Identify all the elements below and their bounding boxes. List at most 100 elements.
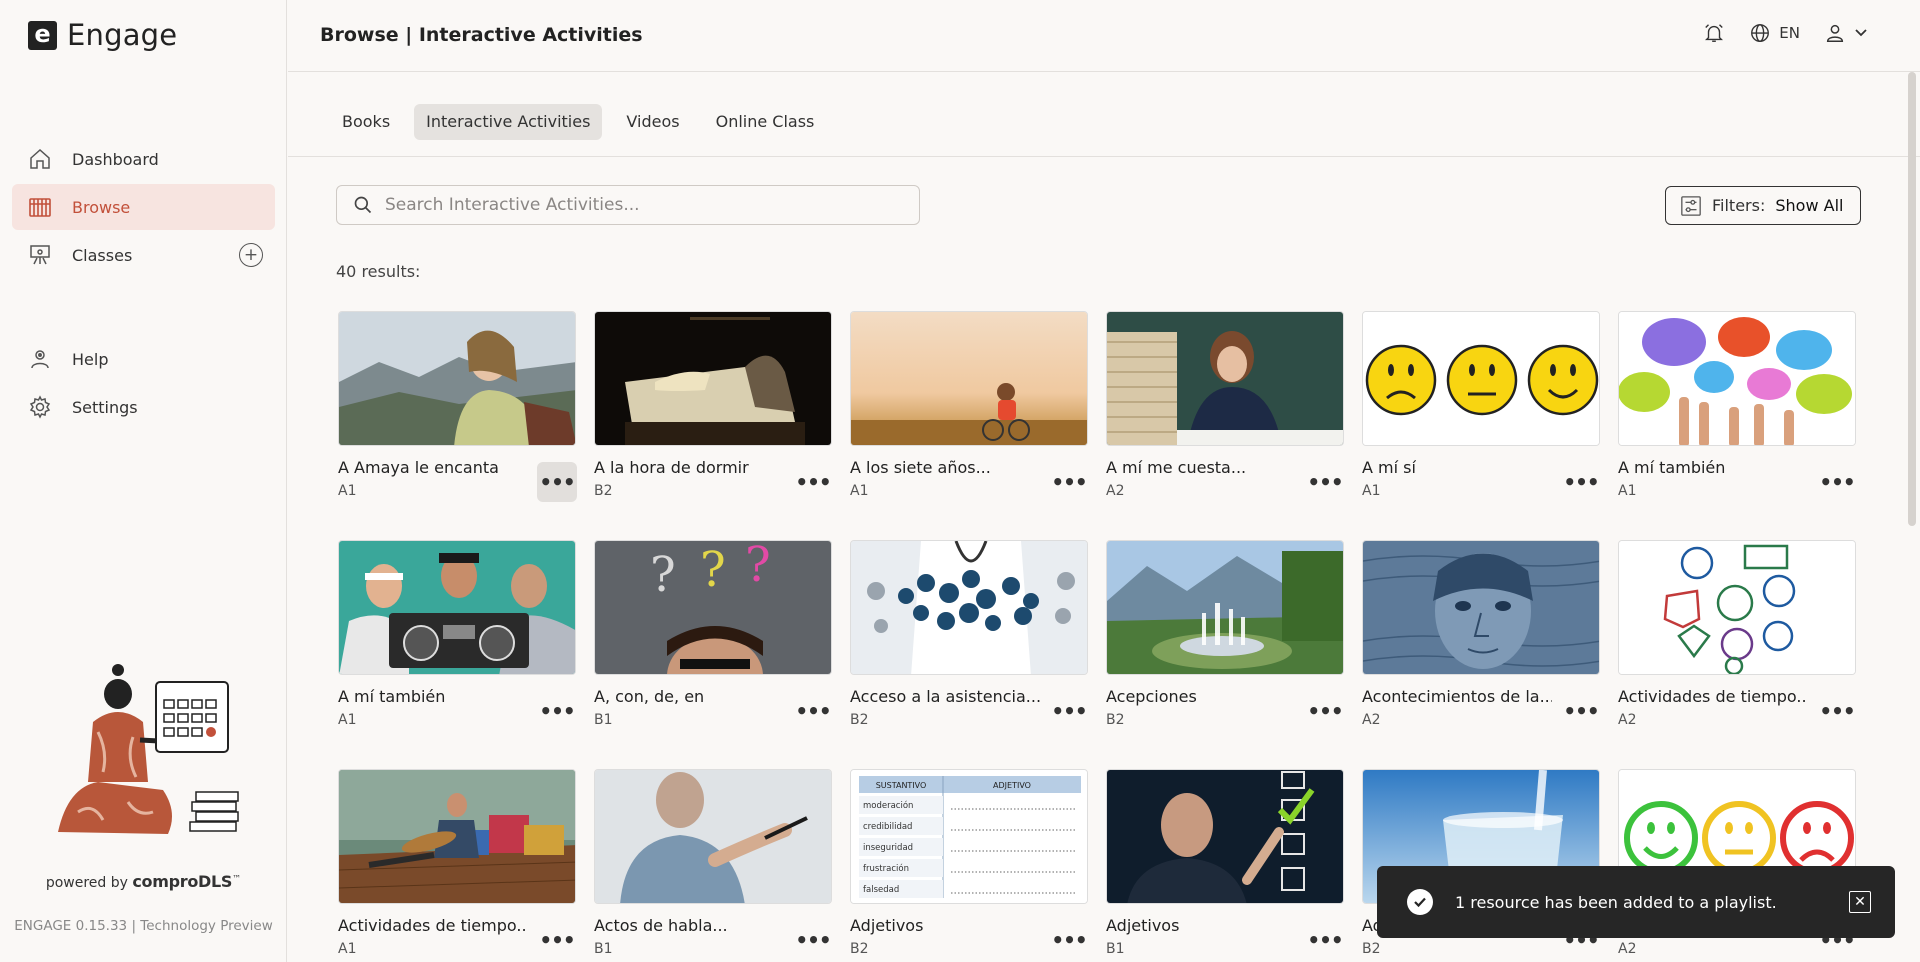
activity-card[interactable]: A Amaya le encanta A1 ••• [338, 311, 577, 502]
more-options-button[interactable]: ••• [1817, 691, 1857, 731]
sidebar-item-label: Settings [72, 397, 138, 417]
tab-online-class[interactable]: Online Class [704, 104, 827, 140]
notifications-button[interactable] [1703, 22, 1725, 44]
sidebar-item-browse[interactable]: Browse [12, 184, 275, 230]
card-thumbnail[interactable]: ? ? ? [594, 540, 832, 675]
activity-card[interactable]: ? ? ? A, con, de, en B1 ••• [594, 540, 832, 728]
check-circle-icon [1407, 889, 1433, 915]
more-options-button[interactable]: ••• [1561, 691, 1601, 731]
sidebar-item-classes[interactable]: Classes + [12, 232, 275, 278]
filters-value: Show All [1775, 196, 1844, 215]
card-title: A mí también [1618, 458, 1726, 477]
card-level: B1 [1106, 941, 1125, 957]
card-thumbnail[interactable] [1618, 540, 1856, 675]
brand-logo[interactable]: e Engage [28, 18, 177, 52]
more-options-button[interactable]: ••• [1049, 691, 1089, 731]
card-thumbnail[interactable] [1618, 311, 1856, 446]
card-thumbnail[interactable] [850, 540, 1088, 675]
card-thumbnail[interactable]: SUSTANTIVO ADJETIVO moderación credibili… [850, 769, 1088, 904]
sidebar-item-label: Dashboard [72, 149, 159, 169]
add-class-button[interactable]: + [239, 243, 263, 267]
tab-books[interactable]: Books [330, 104, 402, 140]
more-options-button[interactable]: ••• [793, 691, 833, 731]
more-options-button[interactable]: ••• [1305, 920, 1345, 960]
activity-card[interactable]: Acepciones B2 ••• [1106, 540, 1344, 728]
user-menu-button[interactable] [1824, 22, 1868, 44]
activity-card[interactable]: Adjetivos B1 ••• [1106, 769, 1344, 957]
card-title: A la hora de dormir [594, 458, 749, 477]
activity-card[interactable]: Actividades de tiempo... A1 ••• [338, 769, 576, 957]
filters-button[interactable]: Filters: Show All [1665, 186, 1861, 225]
user-icon [1826, 24, 1844, 42]
sidebar-item-label: Browse [72, 197, 131, 217]
card-thumbnail[interactable] [1362, 311, 1600, 446]
close-toast-button[interactable]: ✕ [1849, 891, 1871, 913]
card-title: Acceso a la asistencia... [850, 687, 1040, 706]
more-options-button[interactable]: ••• [537, 462, 577, 502]
activity-card[interactable]: Acceso a la asistencia... B2 ••• [850, 540, 1088, 728]
more-options-button[interactable]: ••• [1305, 691, 1345, 731]
card-thumbnail[interactable] [1106, 769, 1344, 904]
more-options-button[interactable]: ••• [793, 920, 833, 960]
activity-card[interactable]: A los siete años... A1 ••• [850, 311, 1088, 499]
card-title: A Amaya le encanta [338, 458, 499, 477]
home-icon [28, 147, 52, 171]
sidebar-item-settings[interactable]: Settings [12, 384, 275, 430]
powered-brand: comproDLS [132, 872, 233, 891]
chevron-down-icon [1855, 29, 1867, 37]
table-row-label: moderación [863, 800, 913, 811]
card-title: A mí también [338, 687, 446, 706]
more-options-button[interactable]: ••• [1049, 462, 1089, 502]
toast-message: 1 resource has been added to a playlist. [1455, 892, 1777, 912]
more-options-button[interactable]: ••• [537, 691, 577, 731]
sliders-icon [1681, 195, 1701, 216]
sidebar-item-help[interactable]: Help [12, 336, 275, 382]
card-title: A los siete años... [850, 458, 991, 477]
tab-interactive-activities[interactable]: Interactive Activities [414, 104, 603, 140]
more-options-button[interactable]: ••• [1561, 462, 1601, 502]
language-label: EN [1779, 24, 1800, 42]
card-thumbnail[interactable] [338, 769, 576, 904]
card-title: Actividades de tiempo... [1618, 687, 1808, 706]
activity-card[interactable]: A la hora de dormir B2 ••• [594, 311, 832, 499]
more-options-button[interactable]: ••• [1305, 462, 1345, 502]
card-thumbnail[interactable] [1106, 311, 1344, 446]
results-grid: A Amaya le encanta A1 ••• A la hora de d… [338, 311, 1862, 957]
sidebar-item-dashboard[interactable]: Dashboard [12, 136, 275, 182]
activity-card[interactable]: SUSTANTIVO ADJETIVO moderación credibili… [850, 769, 1088, 957]
card-level: A1 [338, 712, 357, 728]
version-text: ENGAGE 0.15.33 | Technology Preview [14, 918, 273, 934]
card-level: B1 [594, 941, 613, 957]
activity-card[interactable]: A mí sí A1 ••• [1362, 311, 1600, 499]
activity-card[interactable]: A mí también A1 ••• [1618, 311, 1856, 499]
activity-card[interactable]: A mí también A1 ••• [338, 540, 576, 728]
card-thumbnail[interactable] [594, 769, 832, 904]
more-options-button[interactable]: ••• [793, 462, 833, 502]
more-options-button[interactable]: ••• [1049, 920, 1089, 960]
activity-card[interactable]: Actos de habla... B1 ••• [594, 769, 832, 957]
activity-card[interactable]: Actividades de tiempo... A2 ••• [1618, 540, 1856, 728]
page-scrollbar[interactable] [1908, 72, 1916, 526]
card-title: Actos de habla... [594, 916, 728, 935]
card-thumbnail[interactable] [338, 311, 576, 446]
card-thumbnail[interactable] [338, 540, 576, 675]
language-selector[interactable]: EN [1749, 22, 1800, 44]
card-thumbnail[interactable] [850, 311, 1088, 446]
card-thumbnail[interactable] [594, 311, 832, 446]
card-level: A1 [338, 941, 357, 957]
more-options-button[interactable]: ••• [537, 920, 577, 960]
more-options-button[interactable]: ••• [1817, 462, 1857, 502]
card-thumbnail[interactable] [1106, 540, 1344, 675]
card-title: Adjetivos [1106, 916, 1180, 935]
activity-card[interactable]: Acontecimientos de la... A2 ••• [1362, 540, 1600, 728]
search-input[interactable] [385, 195, 905, 215]
activity-card[interactable]: A mí me cuesta... A2 ••• [1106, 311, 1344, 499]
card-level: A1 [1362, 483, 1381, 499]
sidebar-item-label: Help [72, 349, 109, 369]
sidebar-nav-main: Dashboard Browse Classes + [12, 136, 275, 280]
tab-videos[interactable]: Videos [614, 104, 691, 140]
card-title: Acepciones [1106, 687, 1197, 706]
card-thumbnail[interactable] [1362, 540, 1600, 675]
table-header-2: ADJETIVO [993, 781, 1031, 790]
trademark: ™ [232, 874, 242, 885]
